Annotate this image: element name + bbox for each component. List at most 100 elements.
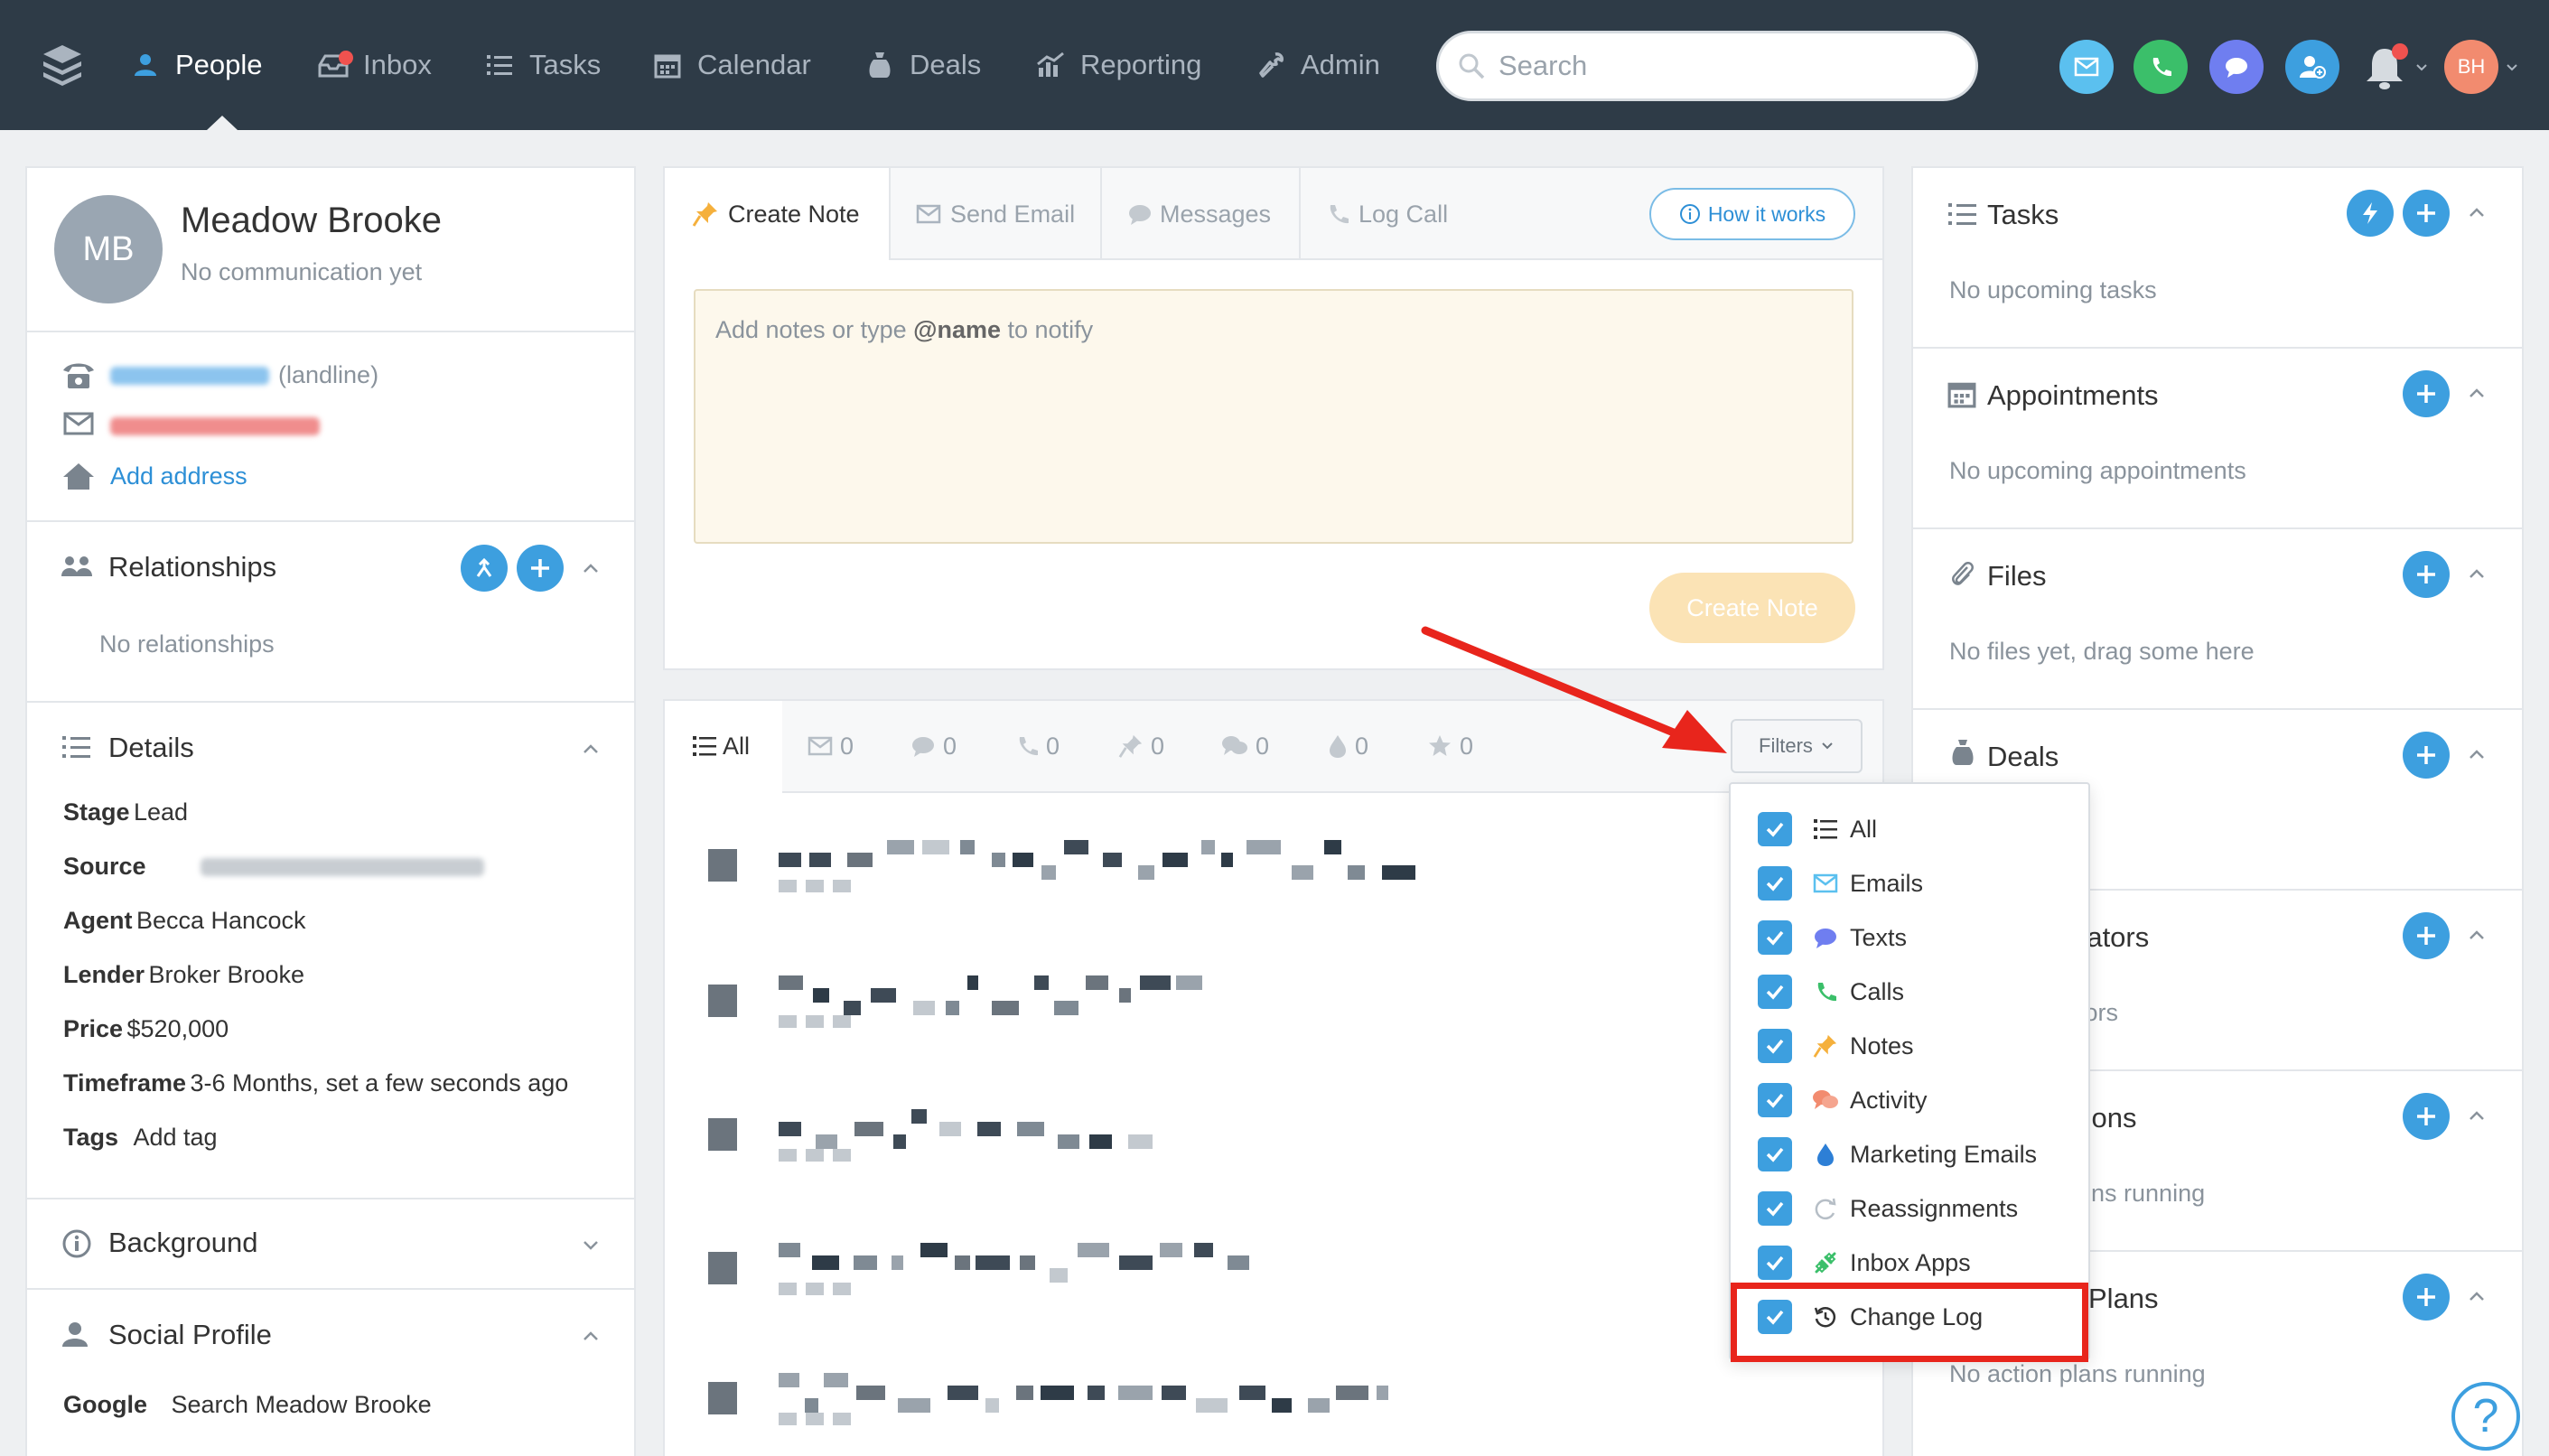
tab-label: Create Note: [728, 200, 860, 228]
detail-label: Lender: [63, 961, 145, 988]
nav-reporting[interactable]: Reporting: [1033, 0, 1201, 130]
checkbox-checked-icon[interactable]: [1758, 1083, 1792, 1117]
redacted-text-block: [1118, 1386, 1153, 1400]
chevron-down-icon[interactable]: [580, 1234, 602, 1255]
add-task-button[interactable]: [2403, 190, 2450, 237]
timeline-filter-texts[interactable]: 0: [910, 710, 957, 782]
redacted-text-block: [1013, 853, 1033, 867]
timeline-filter-calls[interactable]: 0: [1015, 710, 1060, 782]
tab-log-call[interactable]: Log Call: [1326, 168, 1448, 260]
timeline-filter-activity[interactable]: 0: [1221, 710, 1269, 782]
email-action-button[interactable]: [2059, 40, 2114, 94]
email-address-redacted[interactable]: [110, 417, 320, 435]
detail-stage[interactable]: Stage Lead: [63, 798, 188, 826]
tab-send-email[interactable]: Send Email: [916, 168, 1075, 260]
chevron-up-icon[interactable]: [2466, 383, 2488, 405]
app-logo-icon[interactable]: [40, 42, 85, 87]
chevron-up-icon[interactable]: [580, 739, 602, 761]
detail-timeframe[interactable]: Timeframe 3-6 Months, set a few seconds …: [63, 1069, 568, 1097]
filters-button[interactable]: Filters: [1731, 719, 1863, 773]
call-action-button[interactable]: [2134, 40, 2188, 94]
help-button[interactable]: ?: [2451, 1382, 2520, 1451]
redacted-text-block: [967, 975, 978, 990]
nav-deals[interactable]: Deals: [863, 0, 981, 130]
search-input[interactable]: [1499, 50, 1932, 82]
nav-admin[interactable]: Admin: [1254, 0, 1380, 130]
google-search-link[interactable]: Search Meadow Brooke: [171, 1391, 431, 1418]
timeline-filter-emails[interactable]: 0: [808, 710, 854, 782]
filter-option-notes[interactable]: Notes: [1758, 1028, 1914, 1064]
global-search[interactable]: [1436, 31, 1978, 101]
filter-option-reassignments[interactable]: Reassignments: [1758, 1190, 2018, 1227]
detail-agent[interactable]: Agent Becca Hancock: [63, 907, 306, 935]
redacted-text-block: [977, 1122, 1001, 1136]
checkbox-checked-icon[interactable]: [1758, 1137, 1792, 1171]
filter-option-inbox-apps[interactable]: Inbox Apps: [1758, 1245, 1971, 1281]
checkbox-checked-icon[interactable]: [1758, 975, 1792, 1009]
relationships-icon: [61, 556, 92, 576]
add-appointment-button[interactable]: [2403, 370, 2450, 417]
redacted-text-block: [1382, 865, 1415, 880]
chevron-down-icon[interactable]: [2414, 60, 2430, 76]
tab-create-note[interactable]: Create Note: [692, 168, 860, 260]
detail-lender[interactable]: Lender Broker Brooke: [63, 961, 304, 989]
timeline-filter-notes[interactable]: 0: [1118, 710, 1164, 782]
nav-reporting-label: Reporting: [1080, 49, 1202, 80]
redacted-text-block: [992, 1001, 1019, 1015]
filter-option-texts[interactable]: Texts: [1758, 919, 1907, 956]
checkbox-checked-icon[interactable]: [1758, 1191, 1792, 1226]
filter-option-activity[interactable]: Activity: [1758, 1082, 1928, 1118]
add-relationship-button[interactable]: [517, 545, 564, 592]
add-file-button[interactable]: [2403, 551, 2450, 598]
note-textarea[interactable]: Add notes or type @name to notify: [694, 289, 1853, 544]
checkbox-checked-icon[interactable]: [1758, 866, 1792, 901]
chevron-up-icon[interactable]: [2466, 202, 2488, 224]
filter-option-emails[interactable]: Emails: [1758, 865, 1923, 901]
nav-tasks[interactable]: Tasks: [482, 0, 601, 130]
user-avatar[interactable]: BH: [2444, 40, 2498, 94]
add-action-plan-button[interactable]: [2403, 1274, 2450, 1321]
add-collaborator-button[interactable]: [2403, 912, 2450, 959]
chevron-up-icon[interactable]: [2466, 925, 2488, 947]
link-relationship-button[interactable]: [461, 545, 508, 592]
add-address-link[interactable]: Add address: [110, 462, 247, 490]
chevron-down-icon[interactable]: [2504, 60, 2520, 76]
nav-inbox[interactable]: Inbox: [316, 0, 432, 130]
chevron-up-icon[interactable]: [2466, 564, 2488, 585]
checkbox-checked-icon[interactable]: [1758, 812, 1792, 846]
chevron-up-icon[interactable]: [2466, 1106, 2488, 1127]
add-person-button[interactable]: [2285, 40, 2339, 94]
timeline-filter-marketing[interactable]: 0: [1328, 710, 1368, 782]
filter-option-calls[interactable]: Calls: [1758, 974, 1904, 1010]
checkbox-checked-icon[interactable]: [1758, 1246, 1792, 1280]
checkbox-checked-icon[interactable]: [1758, 1029, 1792, 1063]
redacted-text-block: [1128, 1134, 1153, 1149]
quick-task-button[interactable]: [2347, 190, 2394, 237]
add-deal-button[interactable]: [2403, 732, 2450, 779]
tab-messages[interactable]: Messages: [1127, 168, 1271, 260]
how-it-works-button[interactable]: How it works: [1649, 188, 1855, 240]
redacted-text-block: [887, 840, 914, 854]
message-action-button[interactable]: [2209, 40, 2264, 94]
timeline-filter-all[interactable]: All: [692, 710, 750, 782]
filter-option-all[interactable]: All: [1758, 811, 1877, 847]
chevron-up-icon[interactable]: [580, 558, 602, 580]
nav-calendar[interactable]: Calendar: [650, 0, 811, 130]
redacted-text-block: [1119, 1255, 1153, 1270]
detail-price[interactable]: Price $520,000: [63, 1015, 229, 1043]
redacted-text-block: [1103, 853, 1122, 867]
chevron-up-icon[interactable]: [2466, 1286, 2488, 1308]
phone-number-redacted[interactable]: [110, 367, 269, 385]
detail-source[interactable]: Source: [63, 853, 146, 881]
chevron-up-icon[interactable]: [2466, 744, 2488, 766]
divider: [27, 1288, 634, 1290]
redacted-text-block: [812, 1255, 839, 1270]
filters-label: Filters: [1759, 734, 1813, 757]
chevron-up-icon[interactable]: [580, 1326, 602, 1348]
add-tag-link[interactable]: Add tag: [133, 1124, 217, 1151]
checkbox-checked-icon[interactable]: [1758, 920, 1792, 955]
add-automation-button[interactable]: [2403, 1093, 2450, 1140]
filter-option-marketing-emails[interactable]: Marketing Emails: [1758, 1136, 2037, 1172]
divider: [1913, 527, 2522, 529]
nav-people[interactable]: People: [128, 0, 263, 130]
